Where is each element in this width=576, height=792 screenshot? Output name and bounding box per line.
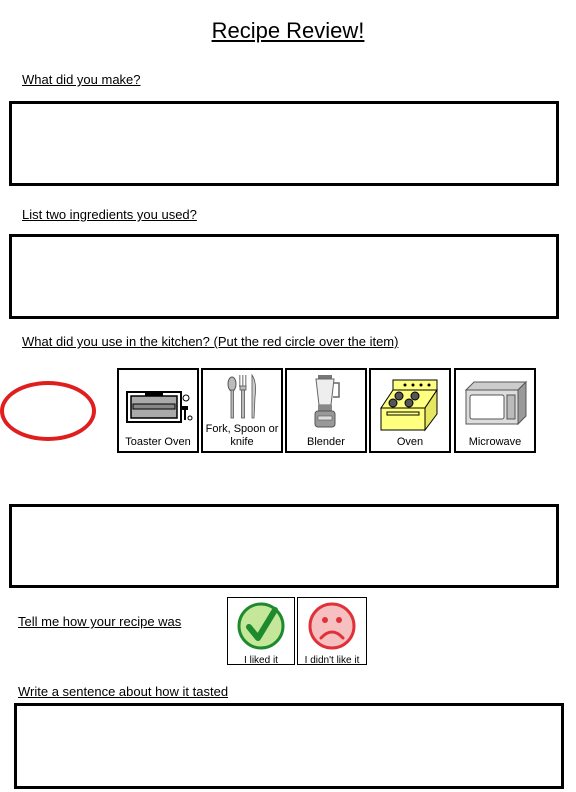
answer-box-what-made[interactable]	[9, 101, 559, 186]
red-circle-marker[interactable]	[0, 381, 96, 441]
kitchen-item-label: Toaster Oven	[125, 436, 191, 448]
kitchen-item-blender[interactable]: Blender	[285, 368, 367, 453]
feedback-liked-it[interactable]: I liked it	[227, 597, 295, 666]
blender-icon	[287, 370, 365, 436]
page-title: Recipe Review!	[211, 18, 365, 43]
question-taste-sentence: Write a sentence about how it tasted	[18, 684, 229, 699]
sad-face-icon	[308, 602, 356, 655]
question-what-made: What did you make?	[22, 72, 141, 87]
oven-icon	[371, 370, 449, 436]
kitchen-item-microwave[interactable]: Microwave	[454, 368, 536, 453]
question-ingredients: List two ingredients you used?	[22, 207, 197, 222]
feedback-didnt-like-it[interactable]: I didn't like it	[297, 597, 367, 666]
answer-box-taste-sentence[interactable]	[14, 703, 564, 789]
kitchen-item-label: Blender	[307, 436, 345, 448]
kitchen-item-oven[interactable]: Oven	[369, 368, 451, 453]
check-icon	[237, 602, 285, 655]
cutlery-icon	[203, 370, 281, 423]
kitchen-item-label: Oven	[396, 436, 424, 448]
answer-box-kitchen[interactable]	[9, 504, 559, 588]
feedback-label: I liked it	[244, 655, 278, 666]
kitchen-item-label: Fork, Spoon or knife	[205, 423, 279, 448]
toaster-oven-icon	[119, 370, 197, 436]
question-kitchen-items: What did you use in the kitchen? (Put th…	[22, 334, 399, 349]
microwave-icon	[456, 370, 534, 436]
question-how-was-recipe: Tell me how your recipe was	[18, 614, 182, 629]
kitchen-item-toaster-oven[interactable]: Toaster Oven	[117, 368, 199, 453]
feedback-label: I didn't like it	[304, 655, 360, 666]
kitchen-item-cutlery[interactable]: Fork, Spoon or knife	[201, 368, 283, 453]
answer-box-ingredients[interactable]	[9, 234, 559, 319]
kitchen-item-label: Microwave	[468, 436, 522, 448]
